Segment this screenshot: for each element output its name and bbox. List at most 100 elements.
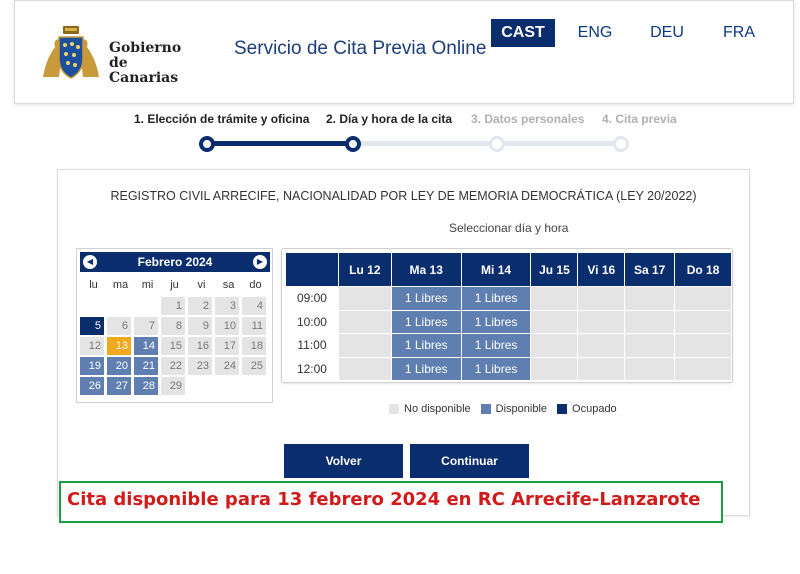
schedule-day-header: Lu 12 xyxy=(338,253,391,286)
lang-cast[interactable]: CAST xyxy=(491,19,555,47)
chevron-left-icon[interactable]: ◀ xyxy=(83,255,97,269)
calendar-day-disabled: 17 xyxy=(215,337,239,355)
calendar-day-disabled: 22 xyxy=(161,357,185,375)
step-progress-line-done xyxy=(207,141,353,146)
calendar-day-disabled: 12 xyxy=(80,337,104,355)
legend-available: Disponible xyxy=(480,403,548,415)
legend-label-available: Disponible xyxy=(495,403,548,415)
time-slot-available[interactable]: 1 Libres xyxy=(391,357,461,380)
legend-not-available: No disponible xyxy=(389,403,471,415)
time-slot-schedule: Lu 12 Ma 13 Mi 14 Ju 15 Vi 16 Sa 17 Do 18 09:0… xyxy=(281,248,733,383)
schedule-day-header: Ju 15 xyxy=(531,253,578,286)
step-4-label: 4. Cita previa xyxy=(602,112,677,126)
time-slot-unavailable xyxy=(531,310,578,333)
calendar-days-grid: 1 2 3 4 5 6 7 8 9 10 11 12 13 14 15 16 17 18 19 20 21 22 23 24 2… xyxy=(80,297,266,395)
time-slot-unavailable xyxy=(675,287,731,310)
time-slot-unavailable xyxy=(338,357,391,380)
weekday-label: ma xyxy=(112,279,129,291)
gobierno-de-canarias-logo[interactable]: Gobierno de Canarias xyxy=(39,25,189,86)
lang-deu[interactable]: DEU xyxy=(635,19,699,47)
calendar-day-disabled: 6 xyxy=(107,317,131,335)
time-slot-unavailable xyxy=(578,287,625,310)
calendar-day-available[interactable]: 14 xyxy=(134,337,158,355)
step-4-dot xyxy=(613,136,629,152)
calendar-day-available[interactable]: 21 xyxy=(134,357,158,375)
progress-stepper: 1. Elección de trámite y oficina 2. Día … xyxy=(0,106,800,156)
calendar-day-available[interactable]: 19 xyxy=(80,357,104,375)
availability-note: Cita disponible para 13 febrero 2024 en … xyxy=(59,481,723,523)
schedule-day-header: Mi 14 xyxy=(461,253,531,286)
calendar-day-disabled: 24 xyxy=(215,357,239,375)
logo-text: Gobierno de Canarias xyxy=(109,41,189,86)
legend-occupied: Ocupado xyxy=(557,403,617,415)
coat-of-arms-icon xyxy=(43,26,99,79)
schedule-day-header: Vi 16 xyxy=(578,253,625,286)
time-slot-available[interactable]: 1 Libres xyxy=(461,334,531,357)
calendar-day-disabled: 7 xyxy=(134,317,158,335)
select-day-hour-hint: Seleccionar día y hora xyxy=(449,221,569,235)
calendar-day-occupied: 5 xyxy=(80,317,104,335)
chevron-right-icon[interactable]: ▶ xyxy=(253,255,267,269)
month-calendar: ◀ Febrero 2024 ▶ lu ma mi ju vi sa do 12345678… xyxy=(76,248,273,403)
availability-note-text: Cita disponible para 13 febrero 2024 en … xyxy=(67,489,701,510)
weekday-label: ju xyxy=(170,279,179,291)
calendar-day-selected[interactable]: 13 xyxy=(107,337,131,355)
time-slot-unavailable xyxy=(531,287,578,310)
time-slot-unavailable xyxy=(625,357,675,380)
time-slot-unavailable xyxy=(578,334,625,357)
weekday-label: vi xyxy=(197,279,206,291)
logo-line-2: de Canarias xyxy=(109,55,179,86)
time-slot-available[interactable]: 1 Libres xyxy=(461,287,531,310)
calendar-header: ◀ Febrero 2024 ▶ xyxy=(80,252,270,272)
continue-button[interactable]: Continuar xyxy=(410,444,529,478)
logo-line-1: Gobierno xyxy=(109,40,182,56)
calendar-day-disabled: 3 xyxy=(215,297,239,315)
weekday-label: lu xyxy=(89,279,98,291)
time-slot-unavailable xyxy=(675,334,731,357)
weekday-label: do xyxy=(249,279,262,291)
time-slot-table: Lu 12 Ma 13 Mi 14 Ju 15 Vi 16 Sa 17 Do 18 09:0… xyxy=(285,252,732,381)
calendar-day-available[interactable]: 26 xyxy=(80,377,104,395)
step-2-dot xyxy=(345,136,361,152)
time-slot-available[interactable]: 1 Libres xyxy=(391,310,461,333)
calendar-day-disabled: 29 xyxy=(161,377,185,395)
schedule-row: 09:00 1 Libres 1 Libres xyxy=(286,287,731,310)
weekday-label: mi xyxy=(141,279,154,291)
calendar-day-disabled: 18 xyxy=(242,337,266,355)
calendar-empty-cell xyxy=(134,297,158,315)
calendar-day-available[interactable]: 20 xyxy=(107,357,131,375)
weekday-label: sa xyxy=(222,279,235,291)
step-1-label: 1. Elección de trámite y oficina xyxy=(134,112,310,126)
step-progress-line-todo xyxy=(353,141,621,146)
lang-eng[interactable]: ENG xyxy=(563,19,627,47)
time-slot-unavailable xyxy=(578,310,625,333)
schedule-row: 10:00 1 Libres 1 Libres xyxy=(286,310,731,333)
legend-swatch-occupied xyxy=(557,404,568,414)
time-slot-available[interactable]: 1 Libres xyxy=(461,310,531,333)
calendar-day-available[interactable]: 27 xyxy=(107,377,131,395)
calendar-empty-cell xyxy=(80,297,104,315)
site-header: Gobierno de Canarias Servicio de Cita Pr… xyxy=(14,0,794,104)
lang-fra[interactable]: FRA xyxy=(707,19,771,47)
legend-swatch-available xyxy=(480,404,491,414)
calendar-day-disabled: 16 xyxy=(188,337,212,355)
time-slot-available[interactable]: 1 Libres xyxy=(461,357,531,380)
schedule-time-label: 10:00 xyxy=(286,310,338,333)
time-slot-unavailable xyxy=(625,310,675,333)
calendar-day-disabled: 23 xyxy=(188,357,212,375)
step-3-dot xyxy=(489,136,505,152)
step-1-dot xyxy=(199,136,215,152)
calendar-day-disabled: 11 xyxy=(242,317,266,335)
schedule-day-header: Sa 17 xyxy=(625,253,675,286)
calendar-day-available[interactable]: 28 xyxy=(134,377,158,395)
back-button[interactable]: Volver xyxy=(284,444,403,478)
calendar-day-disabled: 4 xyxy=(242,297,266,315)
slot-legend: No disponible Disponible Ocupado xyxy=(389,403,617,415)
calendar-day-disabled: 1 xyxy=(161,297,185,315)
step-2-label: 2. Día y hora de la cita xyxy=(326,112,453,126)
time-slot-available[interactable]: 1 Libres xyxy=(391,334,461,357)
legend-swatch-not-available xyxy=(389,404,399,414)
time-slot-available[interactable]: 1 Libres xyxy=(391,287,461,310)
time-slot-unavailable xyxy=(578,357,625,380)
schedule-corner-cell xyxy=(286,253,338,286)
